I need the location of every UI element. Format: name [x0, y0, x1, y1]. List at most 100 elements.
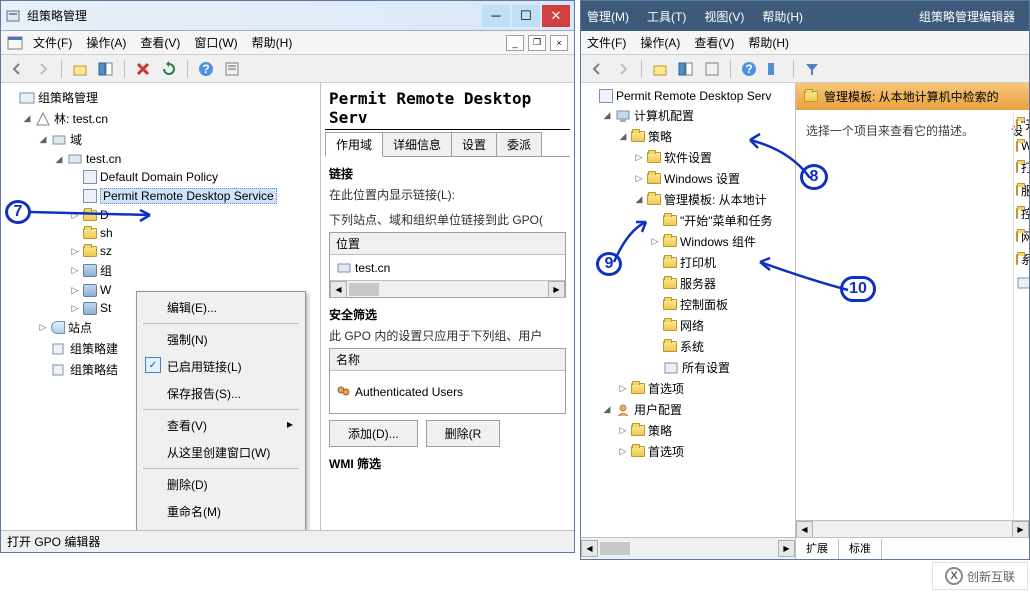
add-button[interactable]: 添加(D)... [329, 420, 418, 447]
system-menu-icon[interactable] [7, 35, 23, 51]
ctx-edit[interactable]: 编辑(E)... [139, 294, 303, 321]
tree-policies[interactable]: ◢策略 [583, 126, 793, 147]
tab-scope[interactable]: 作用域 [325, 132, 383, 157]
collapse-icon[interactable]: ◢ [617, 131, 629, 143]
dm-view[interactable]: 视图(V) [704, 8, 744, 25]
tab-expand[interactable]: 扩展 [796, 539, 839, 559]
collapse-icon[interactable]: ◢ [21, 113, 33, 125]
ctx-save-report[interactable]: 保存报告(S)... [139, 380, 303, 407]
tree-forest[interactable]: ◢林: test.cn [3, 108, 318, 129]
tree-admin-templates[interactable]: ◢管理模板: 从本地计 [583, 189, 793, 210]
maximize-button[interactable]: ☐ [512, 5, 540, 27]
tree-domains[interactable]: ◢域 [3, 129, 318, 150]
tree-root[interactable]: 组策略管理 [3, 87, 318, 108]
tree-ou[interactable]: ▷sz [3, 242, 318, 260]
tab-standard[interactable]: 标准 [839, 539, 882, 559]
horizontal-scrollbar[interactable]: ◀▶ [796, 520, 1029, 537]
tree-printers[interactable]: 打印机 [583, 252, 793, 273]
tree-root[interactable]: Permit Remote Desktop Serv [583, 87, 793, 105]
mdi-close[interactable]: × [550, 35, 568, 51]
tree-domain[interactable]: ◢test.cn [3, 150, 318, 168]
ctx-refresh[interactable]: 刷新(F) [139, 525, 303, 530]
tree-ou[interactable]: ▷组 [3, 260, 318, 281]
list-item[interactable]: Authenticated Users [330, 371, 565, 413]
tree-scrollbar[interactable]: ◀▶ [581, 538, 796, 559]
tree-ddp[interactable]: Default Domain Policy [3, 168, 318, 186]
up-icon[interactable] [70, 59, 90, 79]
expand-icon[interactable]: ▷ [69, 245, 81, 257]
list-item[interactable]: 打 [1014, 156, 1029, 179]
collapse-icon[interactable]: ◢ [601, 110, 613, 122]
list-item[interactable]: 系 [1014, 248, 1029, 271]
list-item[interactable]: 所 [1014, 271, 1029, 294]
tree-start-menu[interactable]: "开始"菜单和任务 [583, 210, 793, 231]
list-item[interactable]: test.cn [330, 255, 565, 280]
tree-ou[interactable]: sh [3, 224, 318, 242]
back-button[interactable] [7, 59, 27, 79]
delete-icon[interactable] [133, 59, 153, 79]
horizontal-scrollbar[interactable]: ◀▶ [330, 280, 565, 297]
menu-window[interactable]: 窗口(W) [194, 34, 237, 51]
tree-windows-settings[interactable]: ▷Windows 设置 [583, 168, 793, 189]
close-button[interactable]: ✕ [542, 5, 570, 27]
list-item[interactable]: 服 [1014, 179, 1029, 202]
column-location[interactable]: 位置 [330, 233, 565, 255]
tree-system[interactable]: 系统 [583, 336, 793, 357]
tree-all-settings[interactable]: 所有设置 [583, 357, 793, 378]
list-icon[interactable] [676, 59, 696, 79]
expand-icon[interactable]: ▷ [617, 383, 629, 395]
help-icon[interactable]: ? [196, 59, 216, 79]
tree-prds[interactable]: Permit Remote Desktop Service [3, 186, 318, 206]
ctx-rename[interactable]: 重命名(M) [139, 498, 303, 525]
collapse-icon[interactable]: ◢ [601, 404, 613, 416]
expand-icon[interactable]: ▷ [633, 152, 645, 164]
tree-preferences[interactable]: ▷首选项 [583, 378, 793, 399]
list-item[interactable]: "开 [1014, 113, 1029, 136]
ctx-new-window[interactable]: 从这里创建窗口(W) [139, 439, 303, 466]
ctx-enable-link[interactable]: ✓已启用链接(L) [139, 353, 303, 380]
expand-icon[interactable]: ▷ [649, 236, 661, 248]
expand-icon[interactable]: ▷ [69, 265, 81, 277]
filter-icon[interactable] [802, 59, 822, 79]
collapse-icon[interactable]: ◢ [633, 194, 645, 206]
properties-icon[interactable] [702, 59, 722, 79]
emenu-action[interactable]: 操作(A) [640, 34, 680, 51]
forward-button[interactable] [613, 59, 633, 79]
mdi-minimize[interactable]: _ [506, 35, 524, 51]
tree-network[interactable]: 网络 [583, 315, 793, 336]
menu-action[interactable]: 操作(A) [86, 34, 126, 51]
list-item[interactable]: 控 [1014, 202, 1029, 225]
tree-computer-config[interactable]: ◢计算机配置 [583, 105, 793, 126]
remove-button[interactable]: 删除(R [426, 420, 501, 447]
tree-windows-components[interactable]: ▷Windows 组件 [583, 231, 793, 252]
filter-toggle-icon[interactable] [765, 59, 785, 79]
properties-icon[interactable] [222, 59, 242, 79]
emenu-view[interactable]: 查看(V) [694, 34, 734, 51]
forward-button[interactable] [33, 59, 53, 79]
dm-manage[interactable]: 管理(M) [587, 8, 629, 25]
menu-help[interactable]: 帮助(H) [252, 34, 293, 51]
refresh-icon[interactable] [159, 59, 179, 79]
up-icon[interactable] [650, 59, 670, 79]
expand-icon[interactable]: ▷ [617, 425, 629, 437]
menu-file[interactable]: 文件(F) [33, 34, 72, 51]
tab-settings[interactable]: 设置 [451, 132, 497, 156]
tree-preferences2[interactable]: ▷首选项 [583, 441, 793, 462]
list-item[interactable]: W [1014, 136, 1029, 156]
expand-icon[interactable]: ▷ [69, 302, 81, 314]
minimize-button[interactable]: ─ [482, 5, 510, 27]
dm-help[interactable]: 帮助(H) [762, 8, 803, 25]
tree-policies2[interactable]: ▷策略 [583, 420, 793, 441]
collapse-icon[interactable]: ◢ [53, 153, 65, 165]
show-hide-icon[interactable] [96, 59, 116, 79]
emenu-file[interactable]: 文件(F) [587, 34, 626, 51]
dm-tools[interactable]: 工具(T) [647, 8, 686, 25]
back-button[interactable] [587, 59, 607, 79]
tab-details[interactable]: 详细信息 [382, 132, 452, 156]
emenu-help[interactable]: 帮助(H) [748, 34, 789, 51]
tree-servers[interactable]: 服务器 [583, 273, 793, 294]
expand-icon[interactable]: ▷ [69, 209, 81, 221]
help-icon[interactable]: ? [739, 59, 759, 79]
mdi-restore[interactable]: ❐ [528, 35, 546, 51]
tab-delegation[interactable]: 委派 [496, 132, 542, 156]
